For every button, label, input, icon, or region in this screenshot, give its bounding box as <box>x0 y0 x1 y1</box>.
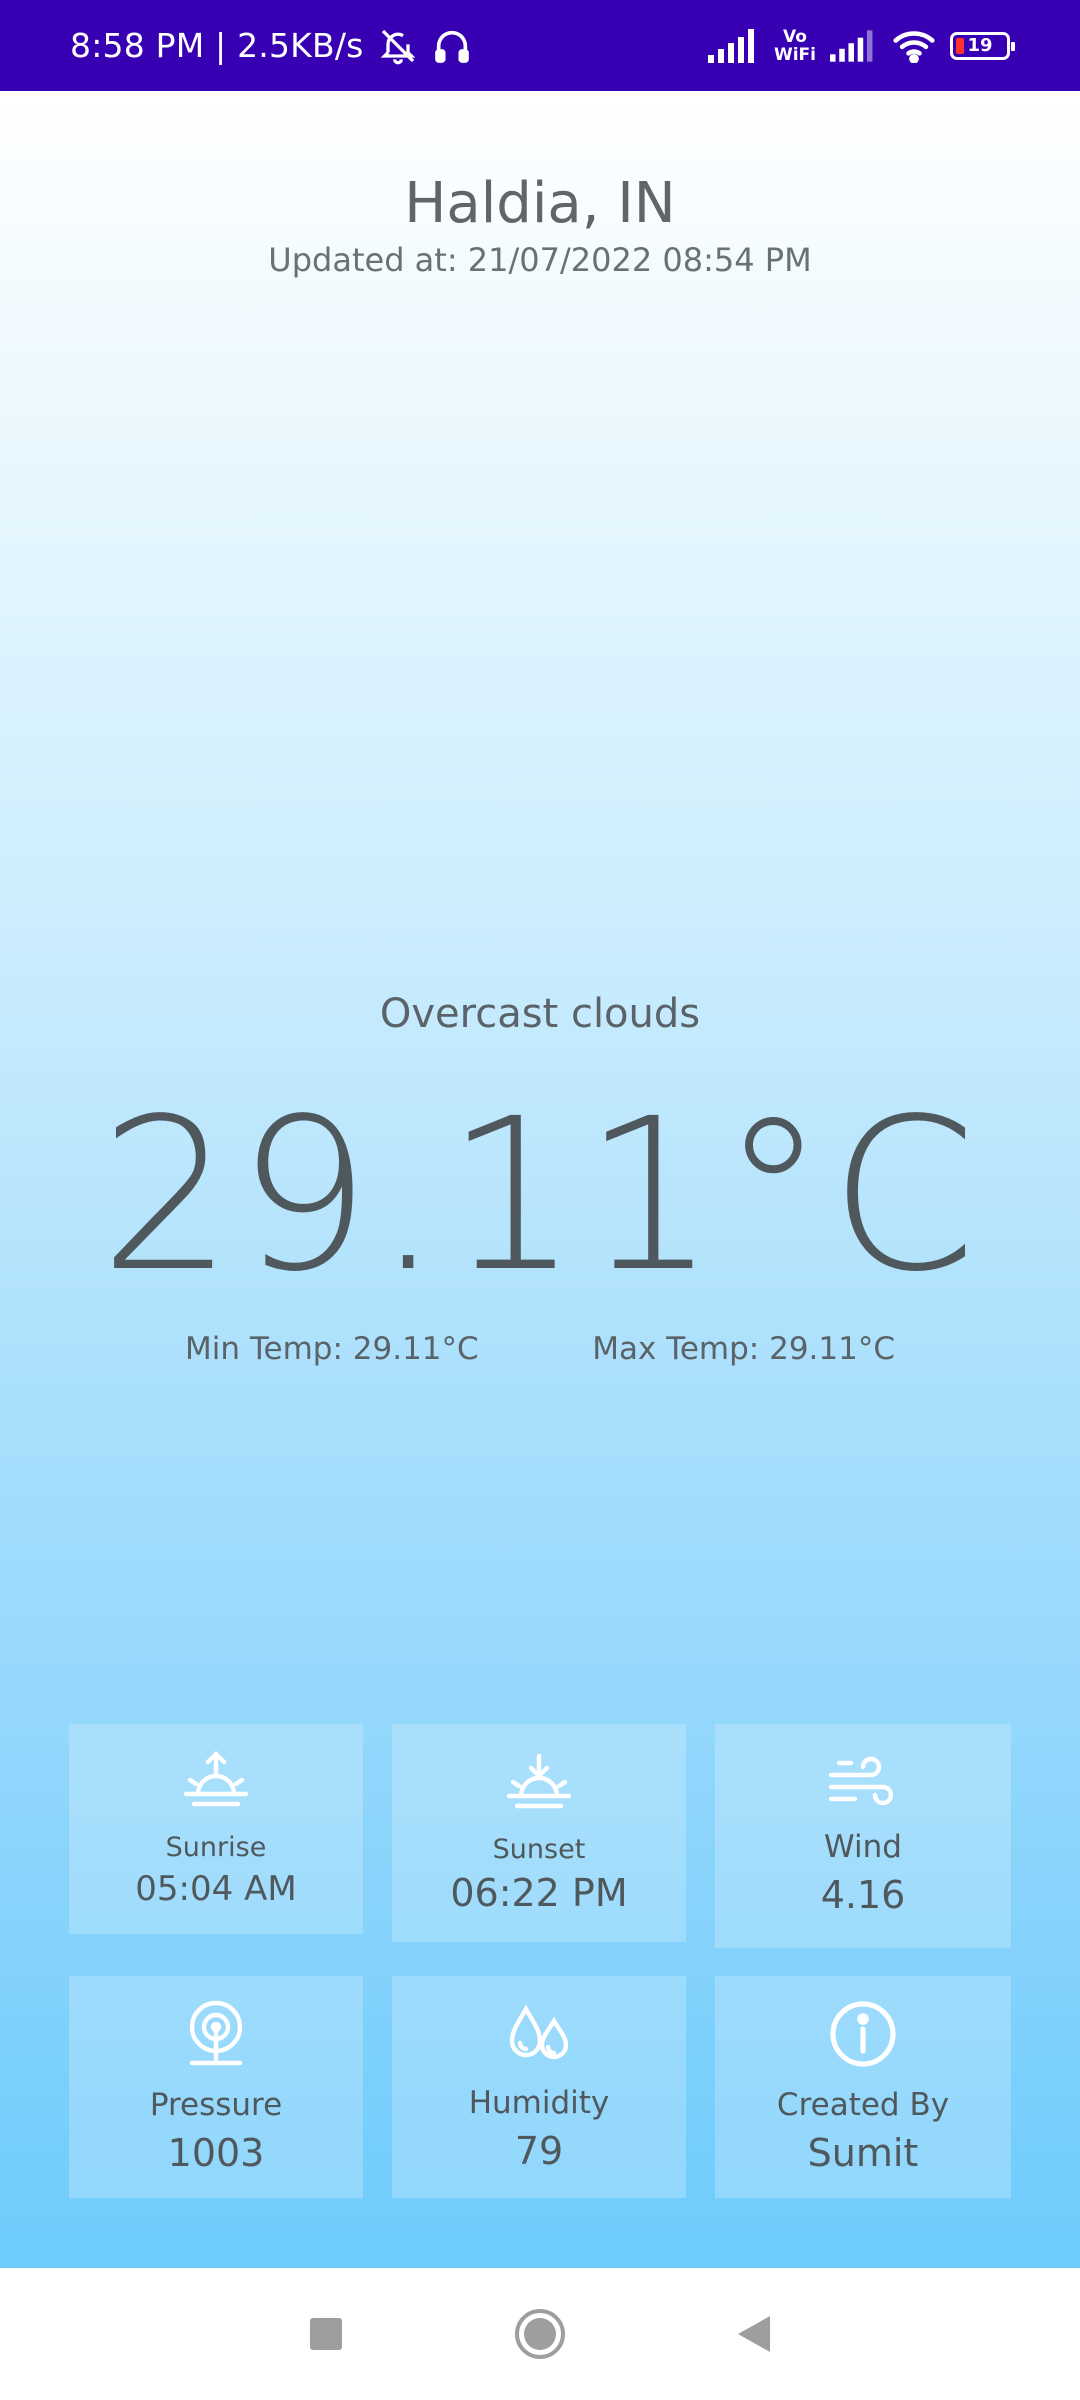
temp-range: Min Temp: 29.11°C Max Temp: 29.11°C <box>185 1331 895 1367</box>
sunset-card: Sunset 06:22 PM <box>392 1724 686 1942</box>
signal-icon <box>707 28 760 63</box>
created-by-card[interactable]: Created By Sumit <box>715 1976 1011 2198</box>
min-temp: Min Temp: 29.11°C <box>185 1331 479 1367</box>
navigation-bar <box>0 2268 1080 2400</box>
headphones-icon <box>432 26 472 66</box>
signal-icon-2 <box>830 29 878 63</box>
created-by-value: Sumit <box>807 2131 919 2175</box>
sunset-value: 06:22 PM <box>450 1870 628 1915</box>
sunrise-value: 05:04 AM <box>135 1868 297 1909</box>
home-button[interactable] <box>514 2308 566 2360</box>
sunset-label: Sunset <box>492 1833 586 1865</box>
humidity-label: Humidity <box>468 2085 610 2121</box>
weather-screen: Haldia, IN Updated at: 21/07/2022 08:54 … <box>0 91 1080 2268</box>
battery-icon: 19 <box>950 31 1015 60</box>
wind-value: 4.16 <box>820 1873 906 1917</box>
vowifi-icon: Vo WiFi <box>773 26 816 65</box>
weather-status: Overcast clouds <box>379 991 701 1037</box>
humidity-value: 79 <box>514 2129 564 2173</box>
status-time: 8:58 PM | 2.5KB/s <box>70 26 364 65</box>
pressure-card: Pressure 1003 <box>69 1976 363 2198</box>
wind-label: Wind <box>824 1829 902 1865</box>
pressure-value: 1003 <box>167 2131 265 2175</box>
pressure-icon <box>184 1999 248 2073</box>
back-button[interactable] <box>736 2314 772 2354</box>
max-temp: Max Temp: 29.11°C <box>592 1331 895 1367</box>
pressure-label: Pressure <box>149 2087 283 2123</box>
sunset-icon <box>503 1752 575 1820</box>
temperature: 29.11°C <box>99 1073 981 1318</box>
updated-at: Updated at: 21/07/2022 08:54 PM <box>268 241 812 279</box>
bell-off-icon <box>378 26 418 66</box>
wind-icon <box>827 1755 899 1815</box>
recents-button[interactable] <box>308 2316 344 2352</box>
sunrise-card: Sunrise 05:04 AM <box>69 1724 363 1934</box>
humidity-icon <box>506 2001 572 2071</box>
sunrise-label: Sunrise <box>165 1831 267 1863</box>
wifi-icon <box>892 29 936 63</box>
info-icon <box>828 1999 898 2073</box>
status-bar: 8:58 PM | 2.5KB/s Vo WiFi 19 <box>0 0 1080 91</box>
city-name: Haldia, IN <box>404 171 676 236</box>
sunrise-icon <box>180 1750 252 1818</box>
wind-card: Wind 4.16 <box>715 1724 1011 1948</box>
humidity-card: Humidity 79 <box>392 1976 686 2198</box>
created-by-label: Created By <box>776 2087 950 2123</box>
